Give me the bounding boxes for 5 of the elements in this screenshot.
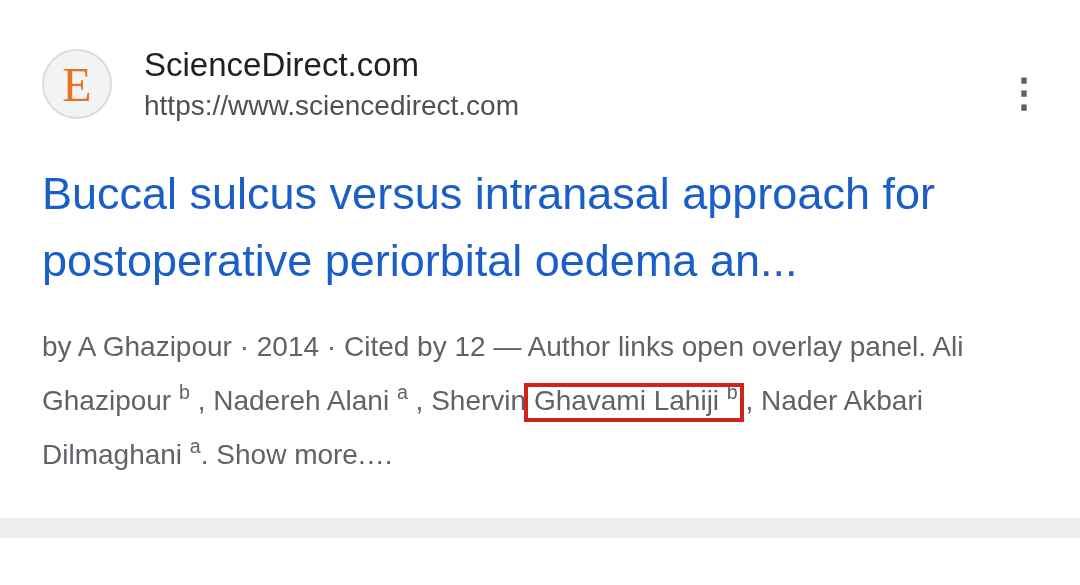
site-name: ScienceDirect.com (144, 46, 421, 84)
site-favicon: E (42, 49, 112, 119)
result-title-link[interactable]: Buccal sulcus versus intranasal approach for postoperative periorbital oedema an... (42, 160, 942, 294)
more-options-button[interactable]: ⋮ (998, 72, 1050, 112)
site-url: https://www.sciencedirect.com (144, 90, 521, 122)
